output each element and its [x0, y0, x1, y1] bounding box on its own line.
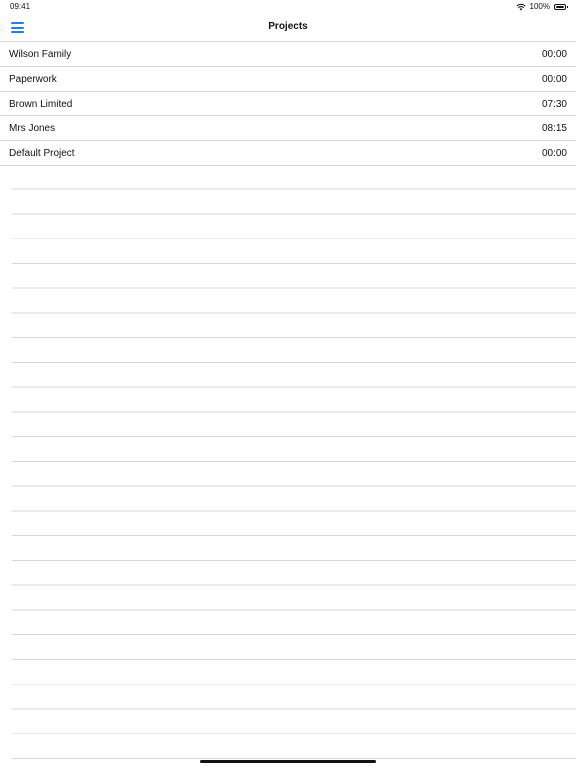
project-name: Default Project [9, 148, 75, 159]
navigation-bar: Projects [0, 14, 576, 42]
project-name: Paperwork [9, 73, 57, 85]
project-name: Wilson Family [9, 49, 72, 60]
project-time: 00:00 [541, 49, 567, 60]
project-row[interactable]: Paperwork 00:00 [0, 67, 576, 92]
page-title: Projects [268, 21, 308, 32]
empty-list-separators [12, 165, 576, 760]
project-row[interactable]: Default Project 00:00 [0, 141, 576, 166]
project-list: Wilson Family 00:00 Paperwork 00:00 Brown Li… [0, 42, 576, 166]
project-row[interactable]: Wilson Family 00:00 [0, 42, 576, 67]
project-time: 07:30 [541, 98, 567, 110]
battery-level [556, 5, 564, 8]
project-name: Brown Limited [9, 98, 73, 110]
status-indicators: 100% [515, 2, 568, 11]
project-time: 00:00 [541, 148, 567, 159]
battery-percent: 100% [529, 2, 550, 11]
project-time: 08:15 [541, 123, 567, 135]
status-time: 09:41 [10, 2, 31, 11]
project-row[interactable]: Brown Limited 07:30 [0, 92, 576, 117]
project-time: 00:00 [541, 73, 567, 85]
wifi-icon [515, 3, 526, 10]
home-indicator[interactable] [200, 760, 376, 763]
battery-icon [554, 3, 568, 10]
project-name: Mrs Jones [9, 123, 56, 135]
project-row[interactable]: Mrs Jones 08:15 [0, 116, 576, 141]
status-bar: 09:41 100% [0, 0, 576, 14]
